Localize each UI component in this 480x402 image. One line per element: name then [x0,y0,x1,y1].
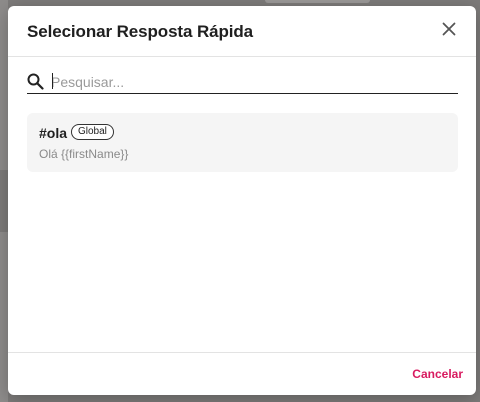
backdrop-strip-bottom [0,232,8,402]
close-icon [442,22,456,41]
reply-shortcut: #ola [39,125,68,141]
close-button[interactable] [438,20,460,42]
reply-message: Olá {{firstName}} [39,147,129,161]
quick-reply-item[interactable]: #ola Global Olá {{firstName}} [27,113,458,172]
dialog-footer: Cancelar [8,352,476,395]
search-icon [25,72,45,92]
dialog-title: Selecionar Resposta Rápida [27,22,254,41]
backdrop-top-edge [265,0,370,3]
search-field [27,70,458,94]
cancel-button[interactable]: Cancelar [412,367,463,381]
quick-reply-dialog: Selecionar Resposta Rápida #ola Global O… [8,6,476,395]
scope-badge: Global [71,124,114,140]
dialog-header: Selecionar Resposta Rápida [8,6,476,57]
text-caret [52,73,53,89]
backdrop-strip-top [0,0,8,170]
search-input[interactable] [51,71,441,92]
